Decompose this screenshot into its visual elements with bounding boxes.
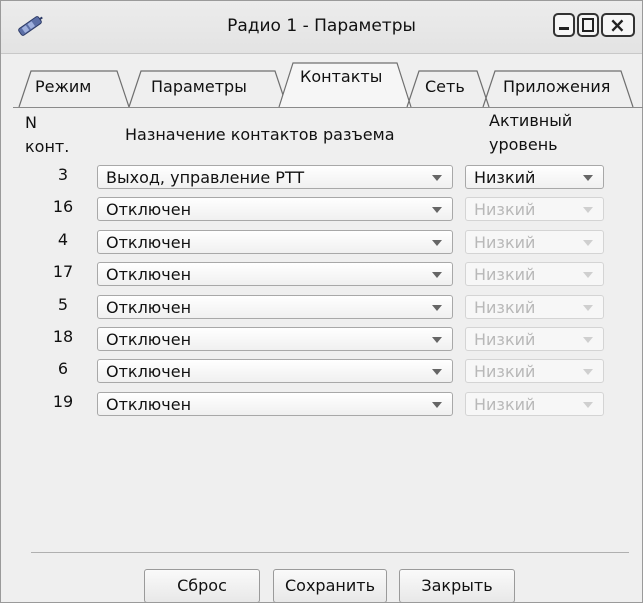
chevron-down-icon [432, 207, 442, 214]
reset-button[interactable]: Сброс [144, 569, 260, 603]
assignment-value: Отключен [106, 200, 192, 220]
tab-applications[interactable]: Приложения [482, 65, 634, 108]
tab-parameters-label: Параметры [151, 77, 247, 96]
contact-number: 19 [52, 391, 74, 411]
close-button[interactable]: Закрыть [399, 569, 515, 603]
assignment-select[interactable]: Отключен [97, 327, 453, 351]
chevron-down-icon [432, 272, 442, 279]
assignment-select[interactable]: Отключен [97, 359, 453, 384]
assignment-value: Отключен [106, 297, 192, 317]
tab-contacts[interactable]: Контакты [278, 59, 413, 108]
contact-row: 3 Выход, управление PTT Низкий [1, 163, 643, 193]
save-button[interactable]: Сохранить [273, 569, 387, 603]
contact-row: 4 Отключен Низкий [1, 228, 643, 258]
minimize-button[interactable] [553, 13, 575, 37]
assignment-select[interactable]: Отключен [97, 197, 453, 222]
level-value: Низкий [474, 394, 536, 414]
chevron-down-icon [432, 304, 442, 311]
header-level-line2: уровень [489, 135, 558, 154]
tab-parameters[interactable]: Параметры [128, 65, 289, 108]
level-value: Низкий [474, 330, 536, 349]
contact-number: 6 [57, 359, 69, 379]
contact-number: 17 [52, 262, 74, 282]
assignment-value: Выход, управление PTT [106, 168, 305, 187]
assignment-select[interactable]: Отключен [97, 262, 453, 287]
tab-network-label: Сеть [425, 77, 465, 96]
contact-number: 5 [57, 294, 69, 314]
level-value: Низкий [474, 265, 536, 285]
assignment-value: Отключен [106, 362, 192, 382]
contact-number: 16 [52, 197, 74, 217]
chevron-down-icon [432, 175, 442, 181]
maximize-icon [582, 18, 594, 32]
contact-number: 4 [57, 229, 69, 249]
chevron-down-icon [583, 272, 593, 279]
contact-number: 18 [52, 327, 74, 346]
level-value: Низкий [474, 232, 536, 252]
level-value: Низкий [474, 168, 536, 187]
level-value: Низкий [474, 362, 536, 382]
assignment-select[interactable]: Отключен [97, 294, 453, 319]
chevron-down-icon [583, 337, 593, 343]
contact-row: 19 Отключен Низкий [1, 390, 643, 420]
settings-window: Радио 1 - Параметры × Режим Параметры Ко… [0, 0, 643, 603]
assignment-value: Отключен [106, 330, 192, 349]
level-select: Низкий [465, 229, 604, 254]
tab-network[interactable]: Сеть [406, 65, 491, 108]
tab-mode-label: Режим [35, 77, 92, 96]
chevron-down-icon [432, 239, 442, 246]
contact-row: 17 Отключен Низкий [1, 260, 643, 290]
chevron-down-icon [432, 369, 442, 376]
chevron-down-icon [583, 175, 593, 181]
assignment-value: Отключен [106, 265, 192, 285]
footer-separator [31, 552, 629, 553]
level-value: Низкий [474, 297, 536, 317]
level-value: Низкий [474, 200, 536, 220]
chevron-down-icon [583, 369, 593, 376]
contact-row: 6 Отключен Низкий [1, 357, 643, 387]
chevron-down-icon [432, 337, 442, 343]
contact-row: 5 Отключен Низкий [1, 293, 643, 323]
level-select: Низкий [465, 359, 604, 384]
tab-mode[interactable]: Режим [18, 65, 131, 108]
level-select: Низкий [465, 327, 604, 351]
close-window-button[interactable]: × [601, 13, 635, 37]
contact-number: 3 [57, 165, 69, 184]
header-assignment: Назначение контактов разъема [125, 125, 395, 144]
level-select: Низкий [465, 262, 604, 287]
assignment-select[interactable]: Отключен [97, 391, 453, 416]
chevron-down-icon [583, 304, 593, 311]
chevron-down-icon [583, 207, 593, 214]
assignment-value: Отключен [106, 232, 192, 252]
assignment-value: Отключен [106, 394, 192, 414]
header-level-line1: Активный [489, 111, 573, 130]
tab-contacts-label: Контакты [300, 67, 383, 86]
assignment-select[interactable]: Отключен [97, 229, 453, 254]
tab-bar: Режим Параметры Контакты Сеть Приложения [11, 59, 643, 109]
tab-applications-label: Приложения [503, 77, 611, 96]
level-select: Низкий [465, 391, 604, 416]
title-bar[interactable]: Радио 1 - Параметры × [1, 1, 642, 54]
close-icon: × [609, 13, 626, 37]
level-select: Низкий [465, 294, 604, 319]
tab-baseline [13, 107, 643, 108]
minimize-icon [559, 27, 569, 30]
chevron-down-icon [583, 239, 593, 246]
header-num-line1: N [25, 113, 37, 132]
level-select[interactable]: Низкий [465, 165, 604, 189]
maximize-button[interactable] [577, 13, 599, 37]
chevron-down-icon [583, 401, 593, 408]
level-select: Низкий [465, 197, 604, 222]
chevron-down-icon [432, 401, 442, 408]
window-title: Радио 1 - Параметры [227, 16, 416, 36]
assignment-select[interactable]: Выход, управление PTT [97, 165, 453, 189]
contact-row: 16 Отключен Низкий [1, 195, 643, 225]
header-num-line2: конт. [25, 137, 70, 156]
contact-row: 18 Отключен Низкий [1, 325, 643, 355]
